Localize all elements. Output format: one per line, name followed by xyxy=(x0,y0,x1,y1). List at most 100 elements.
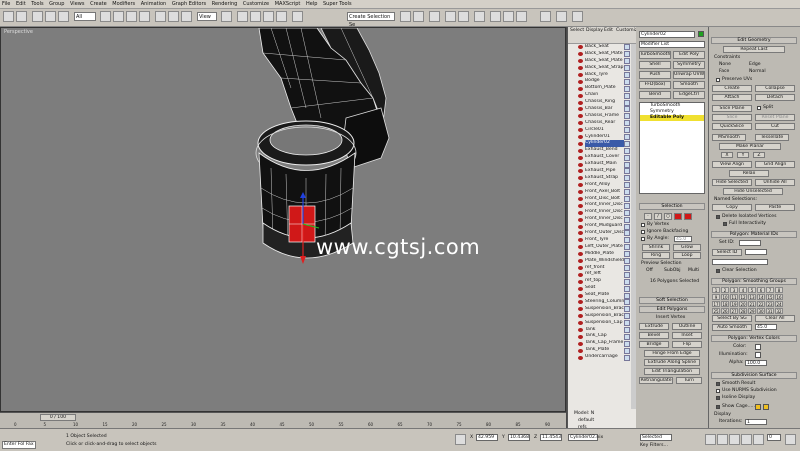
tab-edit[interactable]: Edit xyxy=(604,28,613,34)
selection-rollout-header[interactable]: Selection xyxy=(639,203,705,210)
smoothing-group-button[interactable]: 26 xyxy=(721,308,729,314)
hinge-from-edge-button[interactable]: Hinge From Edge xyxy=(644,350,700,357)
create-button[interactable]: Create xyxy=(712,85,752,92)
material-name-dropdown[interactable] xyxy=(712,259,768,265)
delete-isolated-checkbox[interactable] xyxy=(716,215,720,219)
list-item[interactable]: Middle_Plate xyxy=(568,251,632,258)
smoothing-group-button[interactable]: 13 xyxy=(748,294,756,300)
object-name-field[interactable]: Cylinder02 xyxy=(639,31,695,38)
list-item[interactable]: Front_Outer_Disc xyxy=(568,230,632,237)
visibility-toggle[interactable] xyxy=(624,92,630,99)
smoothing-group-button[interactable]: 8 xyxy=(775,287,783,293)
list-item[interactable]: Bodge xyxy=(568,78,632,85)
select-id-field[interactable] xyxy=(745,249,767,255)
smoothing-group-button[interactable]: 1 xyxy=(712,287,720,293)
turn-button[interactable]: Turn xyxy=(676,377,702,384)
visibility-toggle[interactable] xyxy=(624,230,630,237)
visibility-toggle[interactable] xyxy=(624,168,630,175)
visibility-toggle[interactable] xyxy=(624,161,630,168)
bevel-button[interactable]: Bevel xyxy=(639,332,669,339)
selection-filter-dropdown[interactable]: All xyxy=(74,12,96,21)
copy-button[interactable]: Copy xyxy=(712,204,752,211)
visibility-toggle[interactable] xyxy=(624,278,630,285)
visibility-toggle[interactable] xyxy=(624,120,630,127)
bridge-button[interactable]: Bridge xyxy=(639,341,669,348)
visibility-toggle[interactable] xyxy=(624,271,630,278)
visibility-toggle[interactable] xyxy=(624,292,630,299)
list-item[interactable]: Exhaust_Pipe xyxy=(568,168,632,175)
list-item[interactable]: Front_Alloy xyxy=(568,182,632,189)
smoothing-group-button[interactable]: 23 xyxy=(766,301,774,307)
visibility-toggle[interactable] xyxy=(624,285,630,292)
visibility-toggle[interactable] xyxy=(624,65,630,72)
smoothing-group-button[interactable]: 20 xyxy=(739,301,747,307)
visibility-toggle[interactable] xyxy=(624,154,630,161)
edit-triangulation-button[interactable]: Edit Triangulation xyxy=(644,368,700,375)
list-item[interactable]: ref_left xyxy=(568,271,632,278)
list-item[interactable]: Tank xyxy=(568,327,632,334)
select-by-sg-button[interactable]: Select By SG xyxy=(712,315,752,322)
insert-vertex-button[interactable]: Insert Vertex xyxy=(656,315,685,321)
smoothing-group-button[interactable]: 9 xyxy=(712,294,720,300)
mirror-icon[interactable] xyxy=(400,11,411,22)
list-item[interactable]: Bottom_Plate xyxy=(568,85,632,92)
full-interactivity-checkbox[interactable] xyxy=(723,222,727,226)
select-id-button[interactable]: Select ID xyxy=(712,249,742,256)
menu-modifiers[interactable]: Modifiers xyxy=(110,0,137,8)
unwrap-uvw-button[interactable]: Unwrap UVW xyxy=(673,71,705,79)
element-mode-icon[interactable] xyxy=(684,213,692,220)
paste-button[interactable]: Paste xyxy=(755,204,795,211)
preserve-uvs-checkbox[interactable] xyxy=(716,78,720,82)
list-item[interactable]: Seat xyxy=(568,285,632,292)
menu-help[interactable]: Help xyxy=(304,0,319,8)
visibility-toggle[interactable] xyxy=(624,209,630,216)
visibility-toggle[interactable] xyxy=(624,333,630,340)
stack-item-editable-poly[interactable]: Editable Poly xyxy=(640,115,704,121)
list-item[interactable]: Plate_Windshield xyxy=(568,258,632,265)
set-id-field[interactable] xyxy=(739,240,761,246)
ffd-box-button[interactable]: FFD(box) xyxy=(639,81,671,89)
turbosmooth-button[interactable]: TurboSmooth xyxy=(639,51,671,59)
list-item[interactable]: Back_Seat xyxy=(568,44,632,51)
smooth-result-checkbox[interactable] xyxy=(716,382,720,386)
menu-graph-editors[interactable]: Graph Editors xyxy=(170,0,208,8)
zoom-icon[interactable] xyxy=(785,434,796,445)
smooth-button[interactable]: Smooth xyxy=(673,81,705,89)
list-item[interactable]: Undercarriage xyxy=(568,354,632,361)
align-icon[interactable] xyxy=(413,11,424,22)
list-item[interactable]: Back_Tyre xyxy=(568,72,632,79)
list-item[interactable]: Chassis_Bar xyxy=(568,106,632,113)
grow-button[interactable]: Grow xyxy=(673,244,701,251)
smoothing-group-button[interactable]: 2 xyxy=(721,287,729,293)
list-item[interactable]: Cylinder01 xyxy=(568,134,632,141)
prev-frame-icon[interactable] xyxy=(717,434,728,445)
menu-animation[interactable]: Animation xyxy=(139,0,169,8)
edge-mode-icon[interactable]: ∕ xyxy=(654,213,662,220)
smoothing-group-button[interactable]: 30 xyxy=(757,308,765,314)
visibility-toggle[interactable] xyxy=(624,147,630,154)
tessellate-button[interactable]: Tessellate xyxy=(755,134,789,141)
link-icon[interactable] xyxy=(32,11,43,22)
quick-render-icon[interactable] xyxy=(516,11,527,22)
list-item[interactable]: Chassis_Rear xyxy=(568,120,632,127)
subdivision-surface-header[interactable]: Subdivision Surface xyxy=(711,372,797,379)
visibility-toggle[interactable] xyxy=(624,175,630,182)
list-item[interactable]: Front_Disc_Bolt xyxy=(568,196,632,203)
smoothing-group-button[interactable]: 24 xyxy=(775,301,783,307)
detach-button[interactable]: Detach xyxy=(755,94,795,101)
lock-selection-icon[interactable] xyxy=(455,434,466,445)
cage-color-swatch[interactable] xyxy=(755,404,761,410)
extrude-along-spline-button[interactable]: Extrude Along Spline xyxy=(644,359,700,366)
unhide-all-button[interactable]: Unhide All xyxy=(755,179,795,186)
smoothing-group-button[interactable]: 17 xyxy=(712,301,720,307)
list-item[interactable]: Back_Seat_Plate xyxy=(568,58,632,65)
illumination-swatch[interactable] xyxy=(755,352,761,358)
visibility-toggle[interactable] xyxy=(624,99,630,106)
visibility-toggle[interactable] xyxy=(624,127,630,134)
go-to-end-icon[interactable] xyxy=(753,434,764,445)
z-coordinate-field[interactable]: 11.4543 xyxy=(540,434,562,441)
layer-manager-icon[interactable] xyxy=(429,11,440,22)
named-selection-set-field[interactable]: Create Selection Se xyxy=(347,12,395,28)
flip-button[interactable]: Flip xyxy=(672,341,702,348)
split-checkbox[interactable] xyxy=(757,106,761,110)
